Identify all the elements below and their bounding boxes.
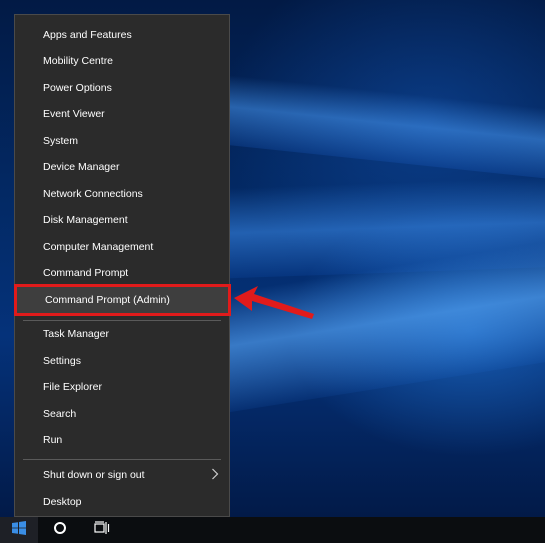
cortana-button[interactable]: [40, 517, 80, 543]
cortana-circle-icon: [53, 521, 67, 540]
start-button[interactable]: [0, 517, 38, 543]
taskbar: [0, 517, 545, 543]
menu-item-file-explorer[interactable]: File Explorer: [15, 374, 229, 400]
menu-item-mobility-centre[interactable]: Mobility Centre: [15, 48, 229, 74]
menu-item-shut-down-or-sign-out[interactable]: Shut down or sign out: [15, 462, 229, 488]
menu-item-network-connections[interactable]: Network Connections: [15, 181, 229, 207]
task-view-icon: [94, 520, 110, 540]
task-view-button[interactable]: [82, 517, 122, 543]
menu-item-run[interactable]: Run: [15, 427, 229, 453]
menu-item-power-options[interactable]: Power Options: [15, 75, 229, 101]
menu-separator: [23, 459, 221, 460]
menu-item-command-prompt[interactable]: Command Prompt: [15, 260, 229, 286]
menu-item-label: Shut down or sign out: [43, 469, 145, 481]
menu-item-desktop[interactable]: Desktop: [15, 489, 229, 515]
menu-item-disk-management[interactable]: Disk Management: [15, 207, 229, 233]
menu-item-search[interactable]: Search: [15, 401, 229, 427]
menu-item-command-prompt-admin[interactable]: Command Prompt (Admin): [14, 284, 231, 316]
menu-item-task-manager[interactable]: Task Manager: [15, 321, 229, 347]
menu-item-system[interactable]: System: [15, 128, 229, 154]
menu-item-device-manager[interactable]: Device Manager: [15, 154, 229, 180]
windows-logo-icon: [12, 520, 26, 540]
wallpaper-light-beam: [180, 70, 545, 185]
power-user-menu: Apps and Features Mobility Centre Power …: [14, 14, 231, 517]
red-arrow-icon: [232, 284, 316, 329]
menu-item-apps-and-features[interactable]: Apps and Features: [15, 22, 229, 48]
menu-item-settings[interactable]: Settings: [15, 348, 229, 374]
menu-item-computer-management[interactable]: Computer Management: [15, 234, 229, 260]
menu-item-event-viewer[interactable]: Event Viewer: [15, 101, 229, 127]
chevron-right-icon: [211, 468, 219, 483]
